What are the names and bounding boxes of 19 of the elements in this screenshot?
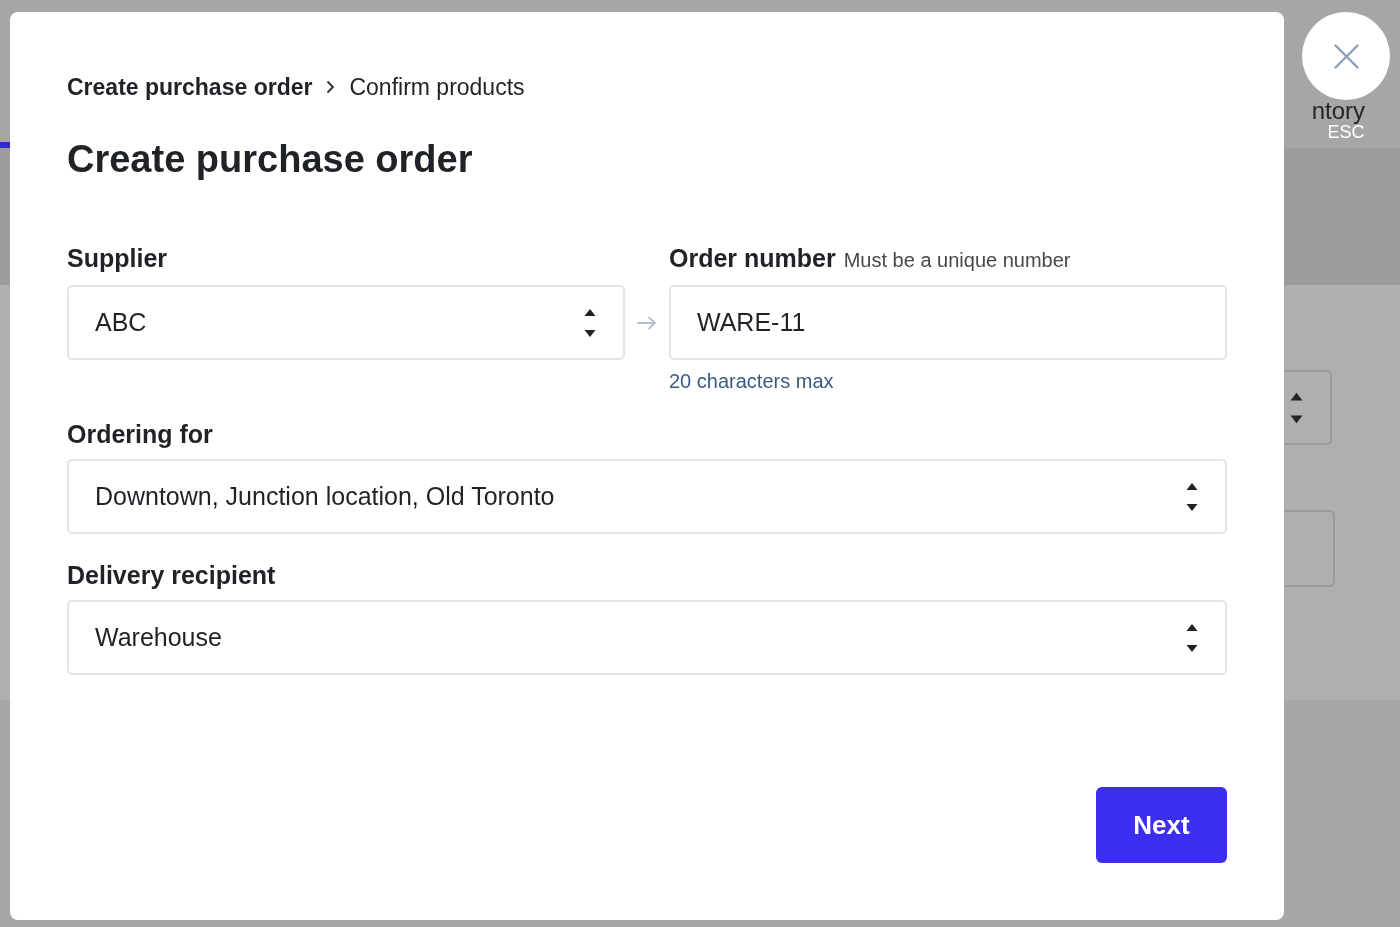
breadcrumb-link[interactable]: Confirm products <box>349 71 525 103</box>
field-label: Supplier <box>67 243 167 273</box>
shortcut-hint: ESC <box>1327 124 1365 140</box>
breadcrumb-link[interactable]: Create purchase order <box>67 71 313 103</box>
field-label: Ordering for <box>67 419 213 449</box>
next-button[interactable]: Next <box>1096 787 1227 863</box>
select-field[interactable]: ABC <box>67 285 625 360</box>
helper-text: 20 characters max <box>669 369 834 393</box>
field-label: Order number <box>669 243 836 273</box>
select-field[interactable]: Downtown, Junction location, Old Toronto <box>67 459 1227 534</box>
chevron-right-icon <box>326 80 336 94</box>
tab-underline <box>0 142 10 148</box>
dialog-title: Create purchase order <box>67 137 473 182</box>
hint-text: Must be a unique number <box>843 248 1071 273</box>
arrow-right-icon <box>637 315 657 330</box>
select-field[interactable]: Warehouse <box>67 600 1227 675</box>
input-field[interactable]: WARE-11 <box>669 285 1227 360</box>
field-label: Delivery recipient <box>67 560 276 590</box>
close-icon <box>1333 43 1359 69</box>
